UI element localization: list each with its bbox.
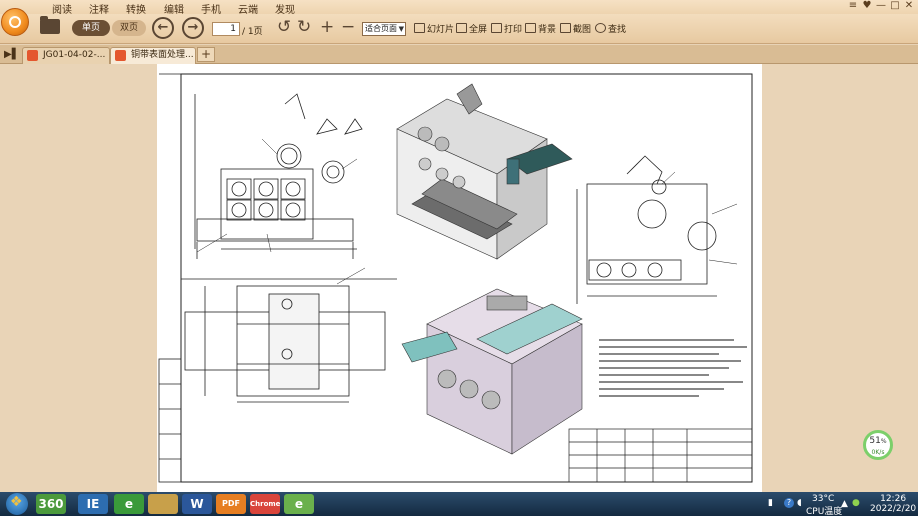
slideshow-icon: [414, 23, 425, 33]
maximize-button[interactable]: □: [888, 0, 902, 12]
printer-icon: [491, 23, 502, 33]
background-icon: [525, 23, 536, 33]
taskbar: 360 IE e W PDF Chrome e ▮ ? ◖ 33°C CPU温度…: [0, 492, 918, 516]
zoom-in-icon[interactable]: +: [320, 19, 334, 36]
system-clock[interactable]: 12:26 2022/2/20: [870, 494, 916, 514]
minimize-button[interactable]: —: [874, 0, 888, 12]
slideshow-button[interactable]: 幻灯片: [414, 22, 454, 35]
network-icon[interactable]: ▮: [768, 498, 773, 508]
search-button[interactable]: 查找: [595, 22, 626, 35]
background-label: 背景: [538, 25, 557, 35]
sidebar-toggle-icon[interactable]: ▶▌: [4, 49, 19, 60]
folder-icon[interactable]: [148, 494, 178, 514]
taskbar-app-chrome[interactable]: Chrome: [250, 494, 280, 514]
page-total-label: / 1页: [242, 27, 263, 37]
double-page-button[interactable]: 双页: [112, 20, 146, 36]
chevron-down-icon: ▼: [398, 25, 404, 33]
tab-label: JG01-04-02-...: [43, 50, 106, 60]
open-folder-icon[interactable]: [40, 16, 60, 34]
print-label: 打印: [504, 25, 523, 35]
top-view: [184, 285, 386, 403]
tab-document-1[interactable]: JG01-04-02-...: [22, 47, 110, 64]
screenshot-button[interactable]: 截图: [560, 22, 591, 35]
taskbar-app-ie[interactable]: IE: [78, 494, 108, 514]
zoom-select-value: 适合页面: [365, 24, 397, 33]
wechat-icon[interactable]: ●: [852, 498, 860, 508]
page-number-input[interactable]: 1: [212, 22, 240, 36]
zoom-percentage-badge[interactable]: 51% 0K/s: [863, 430, 893, 460]
scissors-icon: [560, 23, 571, 33]
tab-bar: ▶▌ JG01-04-02-... 铜带表面处理...: [0, 45, 918, 64]
temperature-label: 33°C: [812, 494, 835, 504]
fullscreen-button[interactable]: 全屏: [456, 22, 487, 35]
taskbar-app-word[interactable]: W: [182, 494, 212, 514]
menu-bar: 阅读 注释 转换 编辑 手机 云端 发现 ≡ ♥ — □ ✕: [0, 0, 918, 16]
taskbar-app-pdf[interactable]: PDF: [216, 494, 246, 514]
speaker-icon[interactable]: ◖: [797, 498, 802, 508]
search-icon: [595, 23, 606, 33]
next-page-icon[interactable]: →: [182, 17, 204, 39]
zoom-out-icon[interactable]: −: [341, 19, 355, 36]
pdf-icon: [27, 50, 38, 61]
left-title-strip: [158, 358, 182, 483]
tab-document-2[interactable]: 铜带表面处理...: [110, 47, 196, 64]
pdf-icon: [115, 50, 126, 61]
slideshow-label: 幻灯片: [427, 25, 455, 35]
front-view: [194, 93, 363, 259]
rotate-left-icon[interactable]: ↺: [277, 19, 291, 36]
show-hidden-icons[interactable]: ▲: [841, 499, 848, 509]
taskbar-app-edge[interactable]: e: [284, 494, 314, 514]
rotate-right-icon[interactable]: ↻: [297, 19, 311, 36]
background-button[interactable]: 背景: [525, 22, 556, 35]
zoom-select[interactable]: 适合页面 ▼: [362, 22, 406, 36]
isometric-view-lower: [401, 288, 583, 455]
clock-date: 2022/2/20: [870, 504, 917, 514]
clock-time: 12:26: [880, 494, 907, 504]
single-page-button[interactable]: 单页: [72, 20, 110, 36]
zoom-unit: %: [880, 438, 887, 445]
tab-label: 铜带表面处理...: [131, 50, 194, 60]
close-button[interactable]: ✕: [902, 0, 916, 12]
app-logo-icon[interactable]: [1, 8, 29, 36]
zoom-percent: 51: [869, 436, 881, 446]
start-button[interactable]: [6, 493, 28, 515]
search-label: 查找: [608, 25, 627, 35]
fullscreen-icon: [456, 23, 467, 33]
taskbar-app-browser[interactable]: e: [114, 494, 144, 514]
fullscreen-label: 全屏: [469, 25, 488, 35]
technical-notes: [599, 339, 747, 397]
engineering-drawing: [158, 73, 753, 483]
new-tab-button[interactable]: +: [197, 47, 215, 62]
favorite-icon[interactable]: ♥: [860, 0, 874, 12]
print-button[interactable]: 打印: [491, 22, 522, 35]
title-block: [568, 428, 753, 483]
previous-page-icon[interactable]: ←: [152, 17, 174, 39]
taskbar-app-360[interactable]: 360: [36, 494, 66, 514]
settings-menu-icon[interactable]: ≡: [846, 0, 860, 12]
document-page[interactable]: [157, 64, 762, 492]
side-view: [576, 155, 717, 304]
isometric-view-upper: [396, 83, 573, 260]
cpu-temp-label: CPU温度: [806, 507, 843, 516]
screenshot-label: 截图: [573, 25, 592, 35]
zoom-note: 0K/s: [871, 449, 885, 456]
help-icon[interactable]: ?: [784, 498, 794, 508]
